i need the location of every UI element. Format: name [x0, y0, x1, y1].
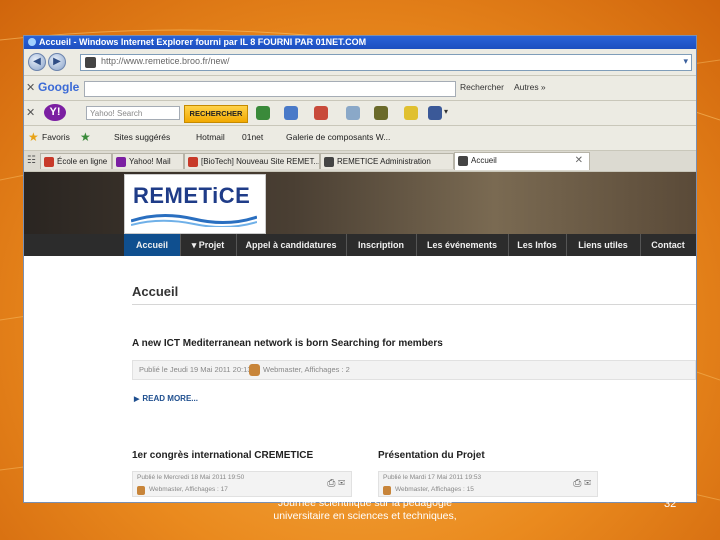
menu-contact[interactable]: Contact: [640, 234, 696, 256]
menu-liens[interactable]: Liens utiles: [566, 234, 641, 256]
section-title[interactable]: Présentation du Projet: [378, 450, 485, 461]
back-button[interactable]: ◀: [28, 53, 46, 71]
section-title[interactable]: 1er congrès international CREMETICE: [132, 450, 313, 461]
browser-window: Accueil - Windows Internet Explorer four…: [24, 36, 696, 502]
menu-projet[interactable]: ▾ Projet: [180, 234, 237, 256]
favorites-item[interactable]: Galerie de composants W...: [286, 132, 390, 142]
slide-page-number: 32: [664, 498, 677, 510]
calendar-icon[interactable]: [314, 106, 328, 120]
site-banner: REMETiCE: [24, 172, 696, 234]
tab-favicon-icon: [324, 157, 334, 167]
favorites-item[interactable]: Sites suggérés: [114, 132, 170, 142]
mail-icon[interactable]: [284, 106, 298, 120]
pencil-icon[interactable]: [256, 106, 270, 120]
weather-icon[interactable]: [346, 106, 360, 120]
google-logo: Google: [38, 80, 80, 94]
google-toolbar: ✕ Google Rechercher Autres »: [24, 76, 696, 101]
user-icon: [383, 486, 391, 495]
favorites-star-icon[interactable]: ★: [28, 130, 39, 144]
window-titlebar: Accueil - Windows Internet Explorer four…: [24, 36, 696, 49]
quick-tabs-icon[interactable]: ☷: [27, 155, 36, 166]
section-author: Webmaster, Affichages : 17: [149, 486, 228, 493]
yahoo-logo[interactable]: Y!: [44, 104, 66, 121]
favorites-bar: ★ Favoris ★ Sites suggérés Hotmail 01net…: [24, 126, 696, 151]
article-meta: Publié le Jeudi 19 Mai 2011 20:13 Webmas…: [132, 360, 696, 380]
menu-evenements[interactable]: Les événements: [416, 234, 509, 256]
footer-line-2: universitaire en sciences et techniques,: [273, 510, 457, 522]
yahoo-toolbar: ✕ Y! Yahoo! Search RECHERCHER ▾: [24, 101, 696, 126]
google-more-button[interactable]: Autres »: [514, 82, 546, 92]
tab-biotech[interactable]: [BioTech] Nouveau Site REMET...: [184, 153, 320, 169]
section-author: Webmaster, Affichages : 15: [395, 486, 474, 493]
facebook-icon[interactable]: [428, 106, 442, 120]
article-date: Publié le Jeudi 19 Mai 2011 20:13: [139, 365, 252, 374]
tab-favicon-icon: [458, 156, 468, 166]
tab-favicon-icon: [116, 157, 126, 167]
tab-remetice-admin[interactable]: REMETICE Administration: [320, 153, 454, 169]
tab-accueil[interactable]: Accueil ✕: [454, 152, 590, 170]
favorites-item[interactable]: Hotmail: [196, 132, 225, 142]
menu-appel[interactable]: Appel à candidatures: [236, 234, 347, 256]
google-search-input[interactable]: [84, 81, 456, 97]
yahoo-search-button[interactable]: RECHERCHER: [184, 105, 248, 123]
add-favorite-icon[interactable]: ★: [80, 130, 91, 144]
read-more-link[interactable]: ▶ READ MORE...: [134, 394, 198, 403]
yahoo-search-input[interactable]: Yahoo! Search: [86, 106, 180, 120]
close-toolbar-icon[interactable]: ✕: [26, 106, 35, 119]
address-toolbar: ◀ ▶ http://www.remetice.broo.fr/new/ ▾: [24, 49, 696, 76]
page-title: Accueil: [132, 284, 179, 299]
print-email-icons[interactable]: ⎙ ✉: [573, 478, 591, 489]
footer-line-1: Journée scientifique sur la pédagogie: [278, 497, 452, 509]
window-title: Accueil - Windows Internet Explorer four…: [39, 37, 367, 47]
ie-icon: [28, 38, 36, 46]
section-meta: Publié le Mardi 17 Mai 2011 19:53 Webmas…: [378, 471, 598, 497]
site-logo[interactable]: REMETiCE: [124, 174, 266, 234]
page-content: Accueil A new ICT Mediterranean network …: [24, 256, 696, 502]
arrow-icon: ▶: [134, 396, 140, 403]
article-title[interactable]: A new ICT Mediterranean network is born …: [132, 338, 443, 349]
divider: [132, 304, 696, 305]
forward-button[interactable]: ▶: [48, 53, 66, 71]
slide-footer: Journée scientifique sur la pédagogie un…: [250, 497, 480, 523]
address-bar[interactable]: http://www.remetice.broo.fr/new/ ▾: [80, 54, 692, 71]
close-toolbar-icon[interactable]: ✕: [26, 81, 35, 94]
favorites-item[interactable]: 01net: [242, 132, 263, 142]
favorites-button[interactable]: Favoris: [42, 132, 70, 142]
menu-infos[interactable]: Les Infos: [508, 234, 567, 256]
article-author: Webmaster, Affichages : 2: [263, 365, 350, 374]
site-favicon-icon: [85, 57, 96, 68]
section-date: Publié le Mercredi 18 Mai 2011 19:50: [137, 474, 245, 481]
tab-favicon-icon: [188, 157, 198, 167]
site-menu: Accueil ▾ Projet Appel à candidatures In…: [24, 234, 696, 256]
print-email-icons[interactable]: ⎙ ✉: [327, 478, 345, 489]
google-search-button[interactable]: Rechercher: [460, 82, 504, 92]
user-icon: [249, 364, 260, 376]
notes-icon[interactable]: [404, 106, 418, 120]
tab-yahoo-mail[interactable]: Yahoo! Mail: [112, 153, 184, 169]
section-meta: Publié le Mercredi 18 Mai 2011 19:50 Web…: [132, 471, 352, 497]
tab-strip: ☷ École en ligne Yahoo! Mail [BioTech] N…: [24, 151, 696, 172]
menu-inscription[interactable]: Inscription: [346, 234, 417, 256]
chevron-down-icon[interactable]: ▾: [444, 107, 448, 116]
close-tab-icon[interactable]: ✕: [575, 153, 583, 169]
tab-favicon-icon: [44, 157, 54, 167]
dropdown-arrow-icon[interactable]: ▾: [683, 56, 688, 67]
games-icon[interactable]: [374, 106, 388, 120]
address-url: http://www.remetice.broo.fr/new/: [101, 56, 230, 66]
user-icon: [137, 486, 145, 495]
menu-accueil[interactable]: Accueil: [124, 234, 181, 256]
tab-ecole[interactable]: École en ligne: [40, 153, 112, 169]
logo-wave-icon: [131, 213, 257, 227]
section-date: Publié le Mardi 17 Mai 2011 19:53: [383, 474, 482, 481]
logo-text: REMETiCE: [133, 183, 251, 208]
